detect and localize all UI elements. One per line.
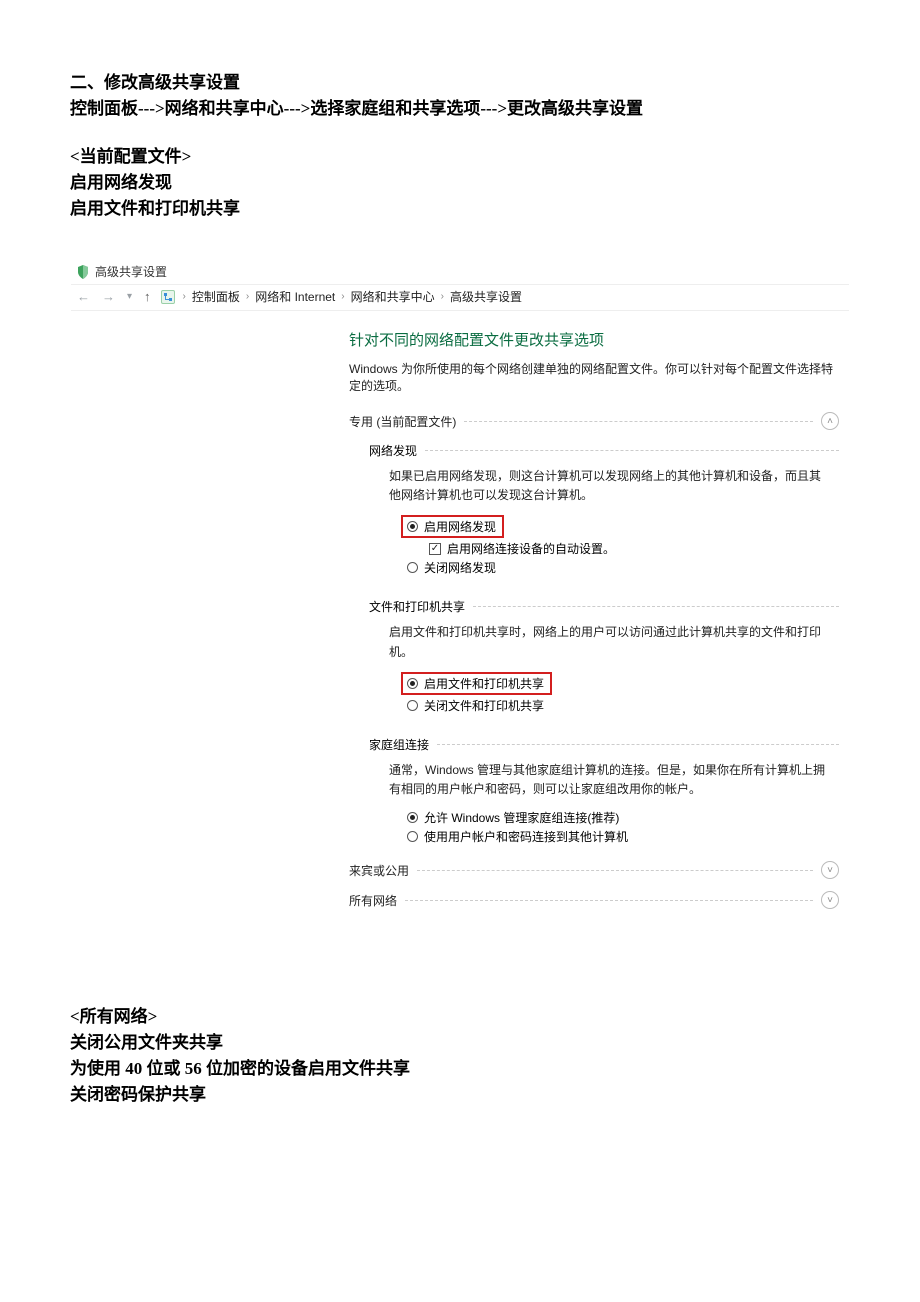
divider-dots xyxy=(417,870,813,871)
radio-icon[interactable] xyxy=(407,700,418,711)
checkbox-icon[interactable]: ✓ xyxy=(429,543,441,555)
content-left-gutter xyxy=(71,311,349,931)
profile-all-header[interactable]: 所有网络 ˅ xyxy=(349,891,839,909)
page-desc: Windows 为你所使用的每个网络创建单独的网络配置文件。你可以针对每个配置文… xyxy=(349,360,839,394)
crumb-sep: › xyxy=(441,291,444,302)
radio-disable-discovery[interactable]: 关闭网络发现 xyxy=(407,559,839,576)
shield-icon xyxy=(77,265,89,279)
divider-dots xyxy=(473,606,839,607)
divider-dots xyxy=(425,450,839,451)
doc-close-password: 关闭密码保护共享 xyxy=(70,1082,850,1108)
nav-history-icon[interactable]: ▾ xyxy=(125,289,134,304)
radio-icon[interactable] xyxy=(407,521,418,532)
section-label: 文件和打印机共享 xyxy=(369,598,465,615)
doc-bottom: <所有网络> 关闭公用文件夹共享 为使用 40 位或 56 位加密的设备启用文件… xyxy=(70,1004,850,1108)
fileprint-blurb: 启用文件和打印机共享时，网络上的用户可以访问通过此计算机共享的文件和打印机。 xyxy=(389,623,829,661)
nav-back-icon[interactable]: ← xyxy=(75,287,92,306)
chevron-down-icon[interactable]: ˅ xyxy=(821,861,839,879)
divider-dots xyxy=(437,744,839,745)
profile-private-label: 专用 (当前配置文件) xyxy=(349,413,456,430)
radio-label: 使用用户帐户和密码连接到其他计算机 xyxy=(424,828,628,845)
radio-icon[interactable] xyxy=(407,562,418,573)
nav-up-icon[interactable]: ↑ xyxy=(142,287,153,306)
crumb-sep: › xyxy=(246,291,249,302)
crumb-item[interactable]: 网络和 Internet xyxy=(255,288,335,305)
doc-enable-discovery: 启用网络发现 xyxy=(70,170,850,196)
divider-dots xyxy=(405,900,813,901)
section-homegroup: 家庭组连接 xyxy=(369,736,839,753)
section-label: 网络发现 xyxy=(369,442,417,459)
doc-allnet: <所有网络> xyxy=(70,1004,850,1030)
nav-forward-icon[interactable]: → xyxy=(100,287,117,306)
doc-path: 控制面板--->网络和共享中心--->选择家庭组和共享选项--->更改高级共享设… xyxy=(70,96,850,122)
checkbox-label: 启用网络连接设备的自动设置。 xyxy=(447,540,615,557)
window-titlebar: 高级共享设置 xyxy=(71,261,849,284)
crumb-sep: › xyxy=(183,291,186,302)
content-main: 针对不同的网络配置文件更改共享选项 Windows 为你所使用的每个网络创建单独… xyxy=(349,311,849,931)
profile-all-label: 所有网络 xyxy=(349,892,397,909)
section-file-printer: 文件和打印机共享 xyxy=(369,598,839,615)
divider-dots xyxy=(464,421,813,422)
crumb-item[interactable]: 控制面板 xyxy=(192,288,240,305)
screenshot-window: 高级共享设置 ← → ▾ ↑ › 控制面板 › 网络和 Internet › 网 xyxy=(70,260,850,932)
crumb-sep: › xyxy=(341,291,344,302)
crumb-item[interactable]: 高级共享设置 xyxy=(450,288,522,305)
highlight-box-netdiscovery: 启用网络发现 xyxy=(401,515,504,538)
doc-intro: 二、修改高级共享设置 控制面板--->网络和共享中心--->选择家庭组和共享选项… xyxy=(70,70,850,222)
radio-disable-fileprint[interactable]: 关闭文件和打印机共享 xyxy=(407,697,839,714)
radio-homegroup-user[interactable]: 使用用户帐户和密码连接到其他计算机 xyxy=(407,828,839,845)
radio-enable-fileprint[interactable]: 启用文件和打印机共享 xyxy=(424,675,544,692)
profile-guest-label: 来宾或公用 xyxy=(349,862,409,879)
doc-curprofile: <当前配置文件> xyxy=(70,144,850,170)
section-network-discovery: 网络发现 xyxy=(369,442,839,459)
address-bar: ← → ▾ ↑ › 控制面板 › 网络和 Internet › 网络和共享中心 … xyxy=(71,284,849,311)
netdiscovery-blurb: 如果已启用网络发现，则这台计算机可以发现网络上的其他计算机和设备，而且其他网络计… xyxy=(389,467,829,505)
homegroup-blurb: 通常，Windows 管理与其他家庭组计算机的连接。但是，如果你在所有计算机上拥… xyxy=(389,761,829,799)
profile-guest-header[interactable]: 来宾或公用 ˅ xyxy=(349,861,839,879)
window-title: 高级共享设置 xyxy=(95,263,167,280)
doc-enable-fileprint: 启用文件和打印机共享 xyxy=(70,196,850,222)
radio-homegroup-allow[interactable]: 允许 Windows 管理家庭组连接(推荐) xyxy=(407,809,839,826)
highlight-box-fileprint: 启用文件和打印机共享 xyxy=(401,672,552,695)
doc-heading: 二、修改高级共享设置 xyxy=(70,70,850,96)
crumb-item[interactable]: 网络和共享中心 xyxy=(351,288,435,305)
radio-icon[interactable] xyxy=(407,831,418,842)
checkbox-auto-setup[interactable]: ✓ 启用网络连接设备的自动设置。 xyxy=(429,540,839,557)
radio-label: 关闭网络发现 xyxy=(424,559,496,576)
doc-close-public: 关闭公用文件夹共享 xyxy=(70,1030,850,1056)
network-icon xyxy=(161,290,175,304)
page-title: 针对不同的网络配置文件更改共享选项 xyxy=(349,329,839,350)
radio-icon[interactable] xyxy=(407,678,418,689)
doc-encrypt: 为使用 40 位或 56 位加密的设备启用文件共享 xyxy=(70,1056,850,1082)
radio-icon[interactable] xyxy=(407,812,418,823)
section-label: 家庭组连接 xyxy=(369,736,429,753)
breadcrumb[interactable]: › 控制面板 › 网络和 Internet › 网络和共享中心 › 高级共享设置 xyxy=(183,288,522,305)
chevron-up-icon[interactable]: ˄ xyxy=(821,412,839,430)
profile-private-header[interactable]: 专用 (当前配置文件) ˄ xyxy=(349,412,839,430)
chevron-down-icon[interactable]: ˅ xyxy=(821,891,839,909)
radio-label: 允许 Windows 管理家庭组连接(推荐) xyxy=(424,809,619,826)
radio-label: 关闭文件和打印机共享 xyxy=(424,697,544,714)
radio-enable-discovery[interactable]: 启用网络发现 xyxy=(424,518,496,535)
